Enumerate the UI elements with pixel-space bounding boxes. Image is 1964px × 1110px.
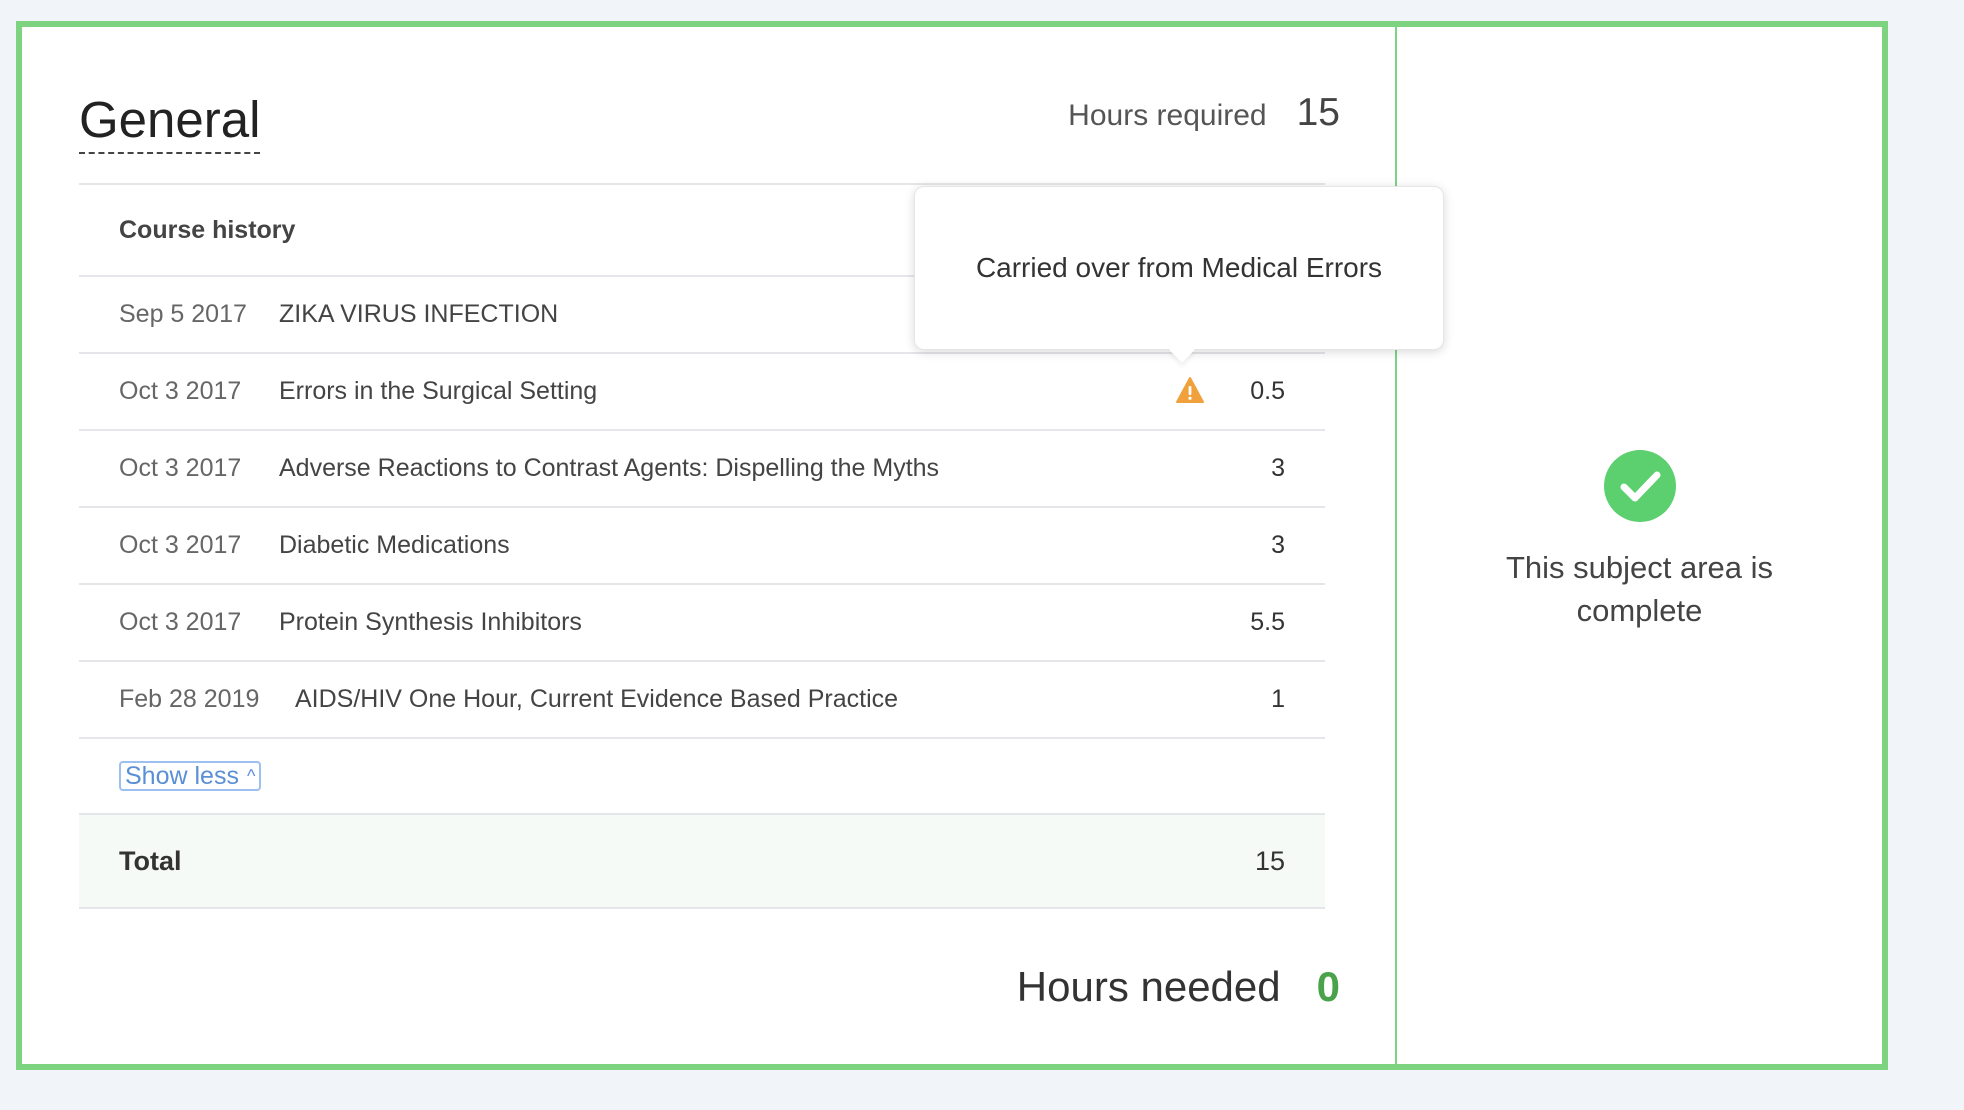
table-row: Oct 3 2017 Protein Synthesis Inhibitors … xyxy=(79,585,1325,662)
course-name: AIDS/HIV One Hour, Current Evidence Base… xyxy=(295,685,899,713)
course-date: Sep 5 2017 xyxy=(119,300,247,328)
tooltip-text: Carried over from Medical Errors xyxy=(975,252,1383,283)
course-hours: 1 xyxy=(1271,685,1285,713)
hours-needed-value: 0 xyxy=(1316,963,1340,1010)
show-less-button[interactable]: Show less ^ xyxy=(119,761,262,791)
hours-required: Hours required 15 xyxy=(1068,91,1340,135)
course-name: Diabetic Medications xyxy=(279,531,510,559)
course-date: Oct 3 2017 xyxy=(119,531,242,559)
hours-required-label: Hours required xyxy=(1068,99,1267,132)
total-row: Total 15 xyxy=(79,815,1325,909)
course-hours: 0.5 xyxy=(1250,377,1285,405)
check-circle-icon xyxy=(1603,450,1676,522)
course-hours: 5.5 xyxy=(1250,608,1285,636)
course-hours: 3 xyxy=(1271,454,1285,482)
hours-needed: Hours needed 0 xyxy=(1017,963,1340,1011)
total-value: 15 xyxy=(1254,845,1285,876)
total-label: Total xyxy=(119,845,182,876)
course-date: Feb 28 2019 xyxy=(119,685,260,713)
course-date: Oct 3 2017 xyxy=(119,377,242,405)
hours-needed-label: Hours needed xyxy=(1016,963,1281,1010)
table-row: Oct 3 2017 Errors in the Surgical Settin… xyxy=(79,354,1325,431)
course-date: Oct 3 2017 xyxy=(119,608,242,636)
course-name: Adverse Reactions to Contrast Agents: Di… xyxy=(279,454,940,482)
completion-text: This subject area is complete xyxy=(1505,550,1774,628)
carryover-tooltip: Carried over from Medical Errors xyxy=(914,186,1444,350)
subject-area-title[interactable]: General xyxy=(79,89,261,155)
subject-area-main: General Hours required 15 Course history… xyxy=(22,27,1395,1064)
show-less-row: Show less ^ xyxy=(79,739,1325,815)
course-hours: 3 xyxy=(1271,531,1285,559)
course-date: Oct 3 2017 xyxy=(119,454,242,482)
course-name: Errors in the Surgical Setting xyxy=(279,377,598,405)
completion-status: This subject area is complete xyxy=(1397,450,1882,632)
show-less-label: Show less xyxy=(125,762,239,790)
chevron-up-icon: ^ xyxy=(246,766,256,786)
warning-icon[interactable] xyxy=(1175,376,1205,404)
course-name: Protein Synthesis Inhibitors xyxy=(279,608,582,636)
subject-area-card: General Hours required 15 Course history… xyxy=(16,21,1888,1070)
table-row: Oct 3 2017 Adverse Reactions to Contrast… xyxy=(79,431,1325,508)
hours-required-value: 15 xyxy=(1296,91,1340,134)
table-row: Oct 3 2017 Diabetic Medications 3 xyxy=(79,508,1325,585)
completion-panel: This subject area is complete xyxy=(1395,27,1882,1064)
table-row: Feb 28 2019 AIDS/HIV One Hour, Current E… xyxy=(79,662,1325,739)
